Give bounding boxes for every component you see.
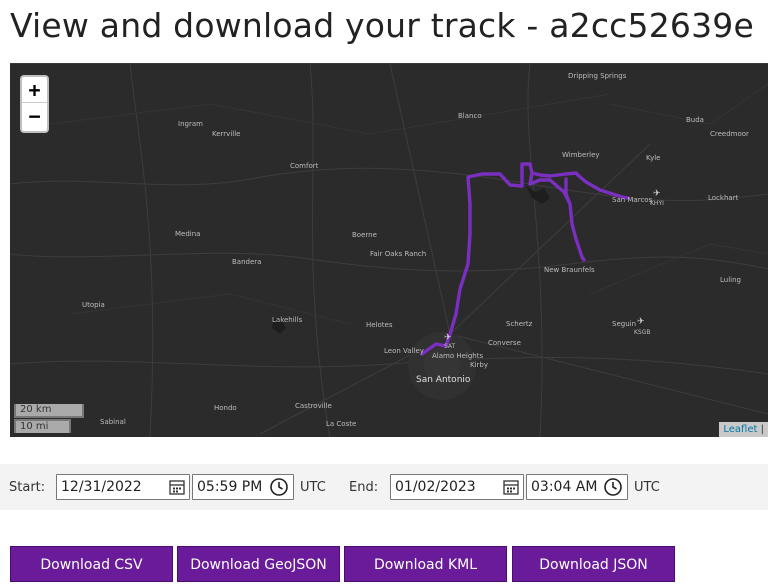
label-dripping-springs: Dripping Springs	[568, 72, 627, 80]
label-fair-oaks: Fair Oaks Ranch	[370, 250, 426, 258]
clock-icon[interactable]	[603, 477, 623, 497]
end-time-value: 03:04 AM	[531, 479, 598, 495]
time-range-controls: Start: 12/31/2022 05:59 PM UTC End: 01/0…	[0, 464, 768, 510]
label-seguin: Seguin	[612, 320, 636, 328]
label-leon-valley: Leon Valley	[384, 347, 424, 355]
start-tz-label: UTC	[300, 480, 326, 495]
label-sat: SAT	[444, 343, 456, 350]
label-bandera: Bandera	[232, 258, 261, 266]
svg-text:✈: ✈	[637, 317, 645, 327]
label-lockhart: Lockhart	[708, 194, 739, 202]
zoom-out-button[interactable]: −	[22, 103, 47, 129]
label-comfort: Comfort	[290, 162, 319, 170]
scale-km: 20 km	[14, 404, 84, 418]
label-creedmoor: Creedmoor	[710, 130, 749, 138]
download-csv-button[interactable]: Download CSV	[10, 546, 173, 582]
download-kml-button[interactable]: Download KML	[344, 546, 507, 582]
label-utopia: Utopia	[82, 301, 105, 309]
map-attribution: Leaflet |	[719, 422, 768, 437]
label-sabinal: Sabinal	[100, 418, 126, 426]
label-buda: Buda	[686, 116, 704, 124]
label-wimberley: Wimberley	[562, 151, 600, 159]
label-medina: Medina	[175, 230, 200, 238]
label-schertz: Schertz	[506, 320, 533, 328]
zoom-in-button[interactable]: +	[22, 77, 47, 103]
label-castroville: Castroville	[295, 402, 332, 410]
label-converse: Converse	[488, 339, 521, 347]
label-alamo-heights: Alamo Heights	[432, 352, 483, 360]
label-blanco: Blanco	[458, 112, 482, 120]
scale-mi: 10 mi	[14, 419, 71, 433]
label-boerne: Boerne	[352, 231, 377, 239]
start-date-input[interactable]: 12/31/2022	[56, 474, 190, 500]
label-ksgb: KSGB	[634, 329, 651, 336]
label-san-antonio: San Antonio	[416, 375, 471, 385]
svg-text:✈: ✈	[653, 189, 661, 199]
start-date-value: 12/31/2022	[61, 479, 142, 495]
label-kerrville: Kerrville	[212, 130, 240, 138]
download-geojson-button[interactable]: Download GeoJSON	[177, 546, 340, 582]
page-title: View and download your track - a2cc52639…	[10, 6, 754, 45]
label-lacoste: La Coste	[326, 420, 356, 428]
start-label: Start:	[9, 480, 46, 495]
calendar-icon[interactable]	[169, 478, 185, 496]
map-basemap: ✈ ✈ ✈ San Antonio New Braunfels San Marc…	[10, 64, 768, 437]
label-kyle: Kyle	[646, 154, 660, 162]
end-label: End:	[349, 480, 379, 495]
label-hondo: Hondo	[214, 404, 237, 412]
calendar-icon[interactable]	[503, 478, 519, 496]
zoom-control: + −	[20, 75, 49, 133]
label-khyi: KHYI	[650, 200, 664, 207]
download-json-button[interactable]: Download JSON	[512, 546, 675, 582]
label-new-braunfels: New Braunfels	[544, 266, 595, 274]
label-lakehills: Lakehills	[272, 316, 303, 324]
label-san-marcos: San Marcos	[612, 196, 653, 204]
attribution-separator: |	[760, 424, 764, 435]
label-ingram: Ingram	[178, 120, 203, 128]
leaflet-link[interactable]: Leaflet	[723, 424, 757, 435]
clock-icon[interactable]	[269, 477, 289, 497]
start-time-input[interactable]: 05:59 PM	[192, 474, 294, 500]
start-time-value: 05:59 PM	[197, 479, 263, 495]
svg-text:✈: ✈	[444, 333, 452, 343]
label-helotes: Helotes	[366, 321, 393, 329]
label-luling: Luling	[720, 276, 741, 284]
end-date-input[interactable]: 01/02/2023	[390, 474, 524, 500]
end-time-input[interactable]: 03:04 AM	[526, 474, 628, 500]
label-kirby: Kirby	[470, 361, 488, 369]
map[interactable]: ✈ ✈ ✈ San Antonio New Braunfels San Marc…	[10, 63, 768, 437]
end-tz-label: UTC	[634, 480, 660, 495]
end-date-value: 01/02/2023	[395, 479, 476, 495]
